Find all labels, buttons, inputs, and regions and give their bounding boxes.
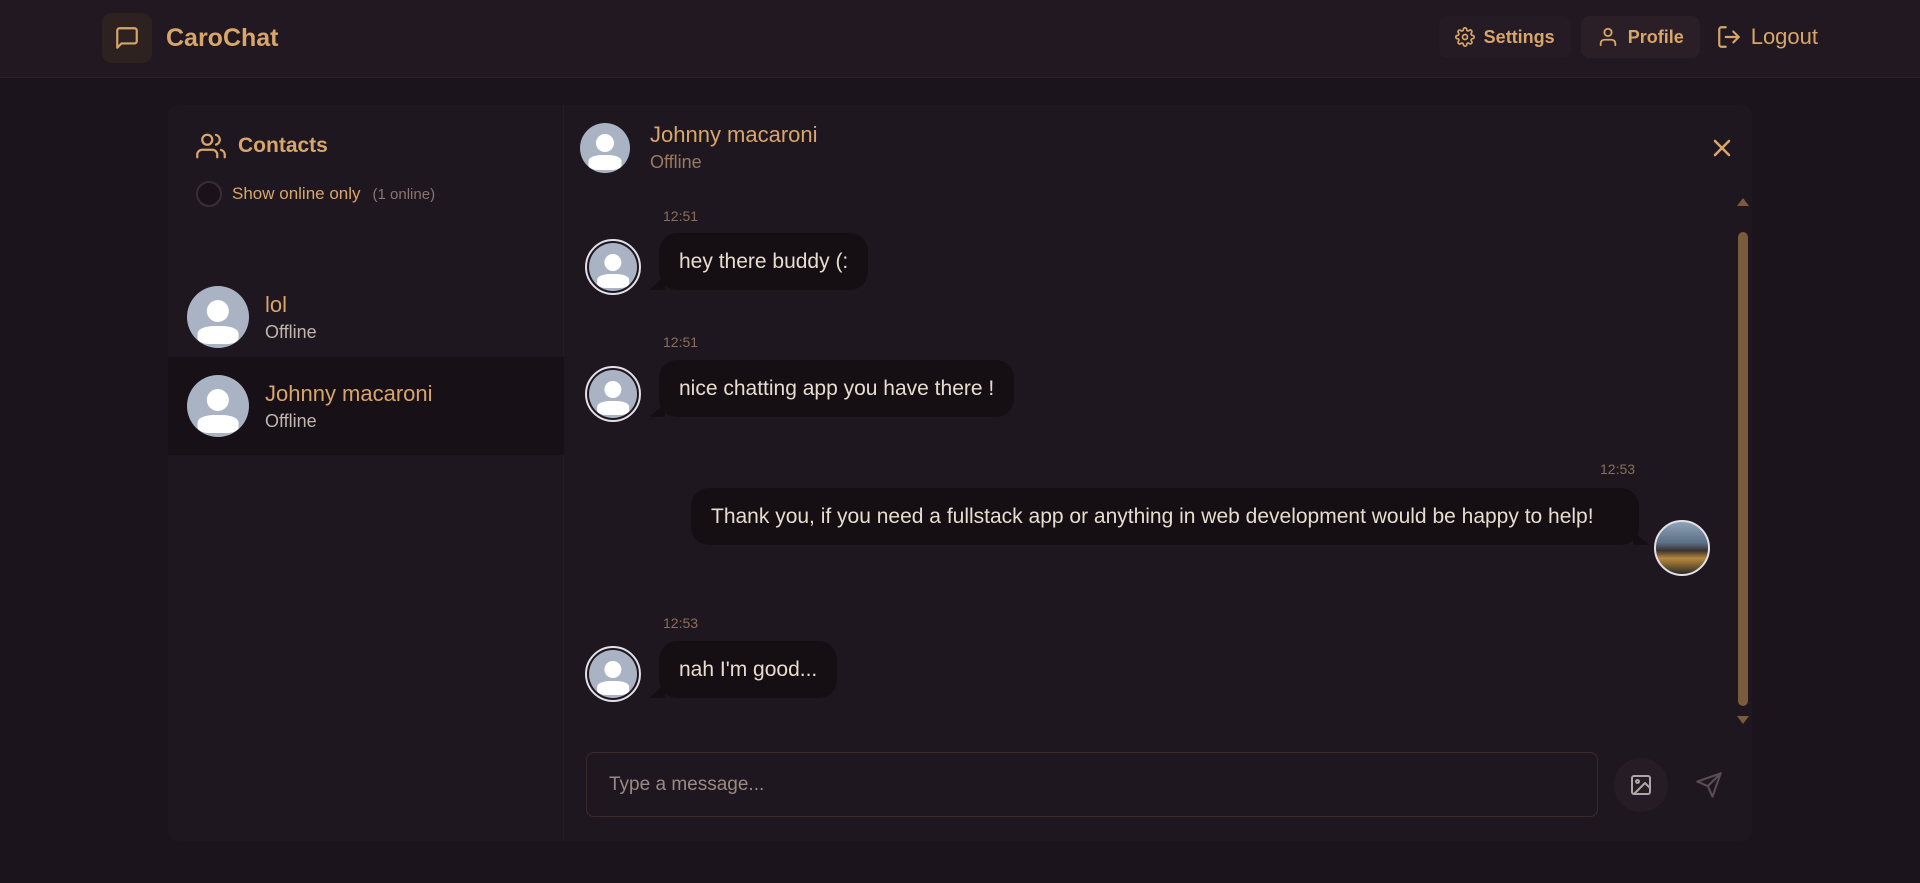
message-time: 12:53 [1600, 461, 1636, 477]
contact-item[interactable]: Johnny macaroni Offline [168, 357, 564, 455]
chat-contact-name: Johnny macaroni [650, 122, 818, 147]
scroll-down-arrow[interactable] [1737, 716, 1749, 724]
profile-button[interactable]: Profile [1580, 16, 1700, 58]
contact-status: Offline [265, 410, 317, 431]
message-bubble: Thank you, if you need a fullstack app o… [691, 488, 1639, 545]
contact-status: Offline [265, 321, 317, 342]
app-name: CaroChat [166, 23, 279, 52]
logout-button[interactable]: Logout [1710, 16, 1824, 58]
users-icon [196, 133, 226, 159]
settings-button[interactable]: Settings [1438, 16, 1571, 58]
brand[interactable]: CaroChat [102, 13, 279, 63]
chat-header: Johnny macaroni Offline [580, 122, 818, 173]
attach-image-button[interactable] [1614, 758, 1668, 812]
contacts-title: Contacts [238, 134, 328, 157]
scrollbar-thumb[interactable] [1738, 232, 1748, 706]
close-chat-button[interactable] [1708, 134, 1736, 162]
message-square-icon [102, 13, 152, 63]
send-icon [1696, 772, 1722, 798]
online-only-checkbox[interactable] [196, 181, 222, 207]
sender-avatar [585, 239, 641, 295]
chat-contact-status: Offline [650, 152, 702, 172]
sender-avatar [585, 646, 641, 702]
avatar [187, 286, 249, 348]
avatar [580, 122, 630, 173]
message-input[interactable] [586, 752, 1598, 817]
nav-actions: Settings Profile Logout [1438, 16, 1824, 58]
contact-name: Johnny macaroni [265, 380, 433, 406]
contact-name: lol [265, 291, 288, 317]
close-icon [1713, 139, 1731, 157]
user-icon [1599, 27, 1616, 47]
self-avatar [1654, 520, 1710, 576]
message-bubble: nah I'm good... [659, 641, 838, 698]
online-only-label: Show online only [232, 184, 361, 203]
scroll-up-arrow[interactable] [1737, 198, 1749, 206]
top-navbar: CaroChat Settings Profile Logout [0, 0, 1920, 78]
message-bubble: hey there buddy (: [659, 233, 869, 290]
contact-item[interactable]: lol Offline [168, 268, 564, 366]
contacts-header: Contacts [196, 131, 328, 161]
message-bubble: nice chatting app you have there ! [659, 360, 1015, 417]
message-time: 12:53 [663, 615, 699, 631]
online-only-toggle[interactable]: Show online only (1 online) [196, 181, 435, 207]
online-count: (1 online) [372, 185, 436, 203]
settings-label: Settings [1483, 26, 1555, 47]
gear-icon [1454, 27, 1475, 47]
sender-avatar [585, 366, 641, 422]
send-button[interactable] [1682, 758, 1736, 812]
message-time: 12:51 [663, 208, 699, 224]
profile-label: Profile [1627, 26, 1684, 47]
contacts-sidebar: Contacts Show online only (1 online) lol… [168, 105, 564, 841]
logout-icon [1717, 26, 1740, 48]
logout-label: Logout [1750, 24, 1818, 49]
message-time: 12:51 [663, 334, 699, 350]
avatar [187, 375, 249, 437]
image-icon [1631, 775, 1651, 795]
